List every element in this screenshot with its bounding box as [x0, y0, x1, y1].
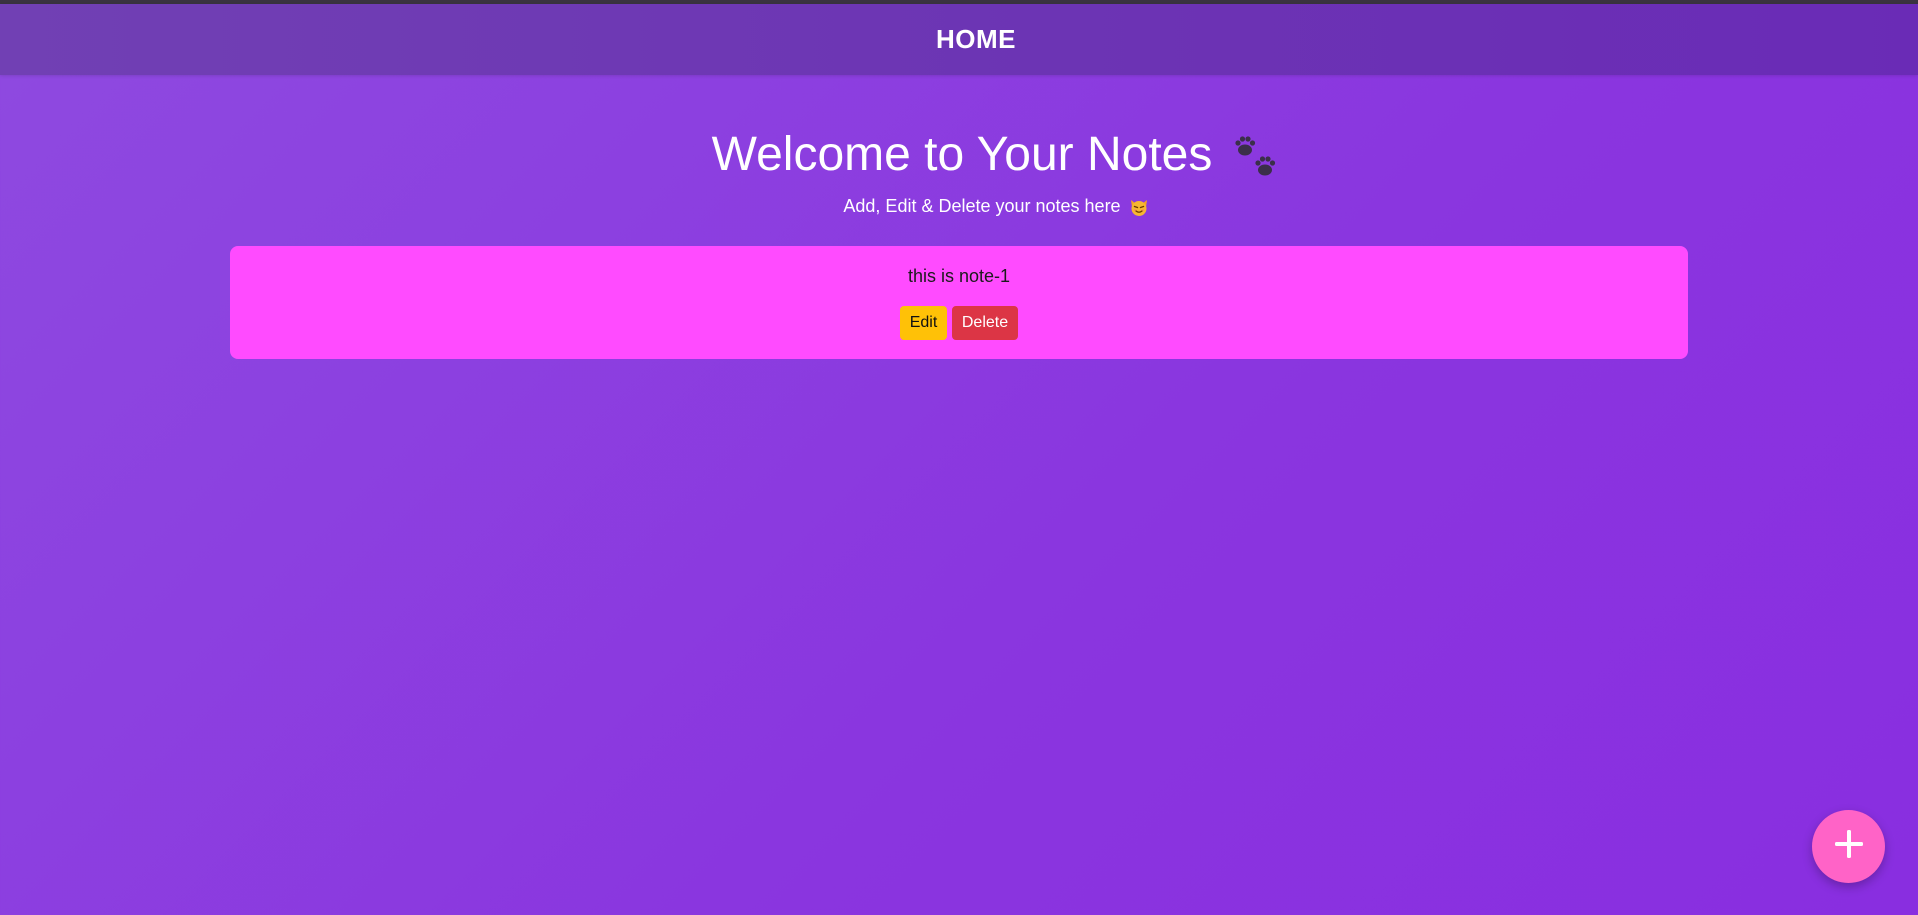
hero-section: Welcome to Your Notes Add, Edit & Delete…	[0, 126, 1918, 217]
note-actions: Edit Delete	[230, 306, 1688, 340]
page-title-text: Welcome to Your Notes	[711, 128, 1213, 181]
navbar: HOME	[0, 4, 1918, 75]
plus-icon	[1833, 828, 1865, 865]
edit-note-button[interactable]: Edit	[900, 306, 947, 340]
add-note-button[interactable]	[1812, 810, 1885, 883]
page-title: Welcome to Your Notes	[712, 126, 1283, 184]
nav-home-link[interactable]: HOME	[936, 24, 1016, 55]
paw-prints-icon	[1232, 132, 1282, 182]
note-card: this is note-1 Edit Delete	[230, 246, 1688, 359]
page-subtitle-text: Add, Edit & Delete your notes here	[843, 196, 1121, 216]
page-subtitle: Add, Edit & Delete your notes here	[37, 196, 1918, 217]
cat-face-icon	[1129, 197, 1149, 217]
note-text: this is note-1	[907, 266, 1011, 286]
delete-note-button[interactable]: Delete	[952, 306, 1018, 340]
